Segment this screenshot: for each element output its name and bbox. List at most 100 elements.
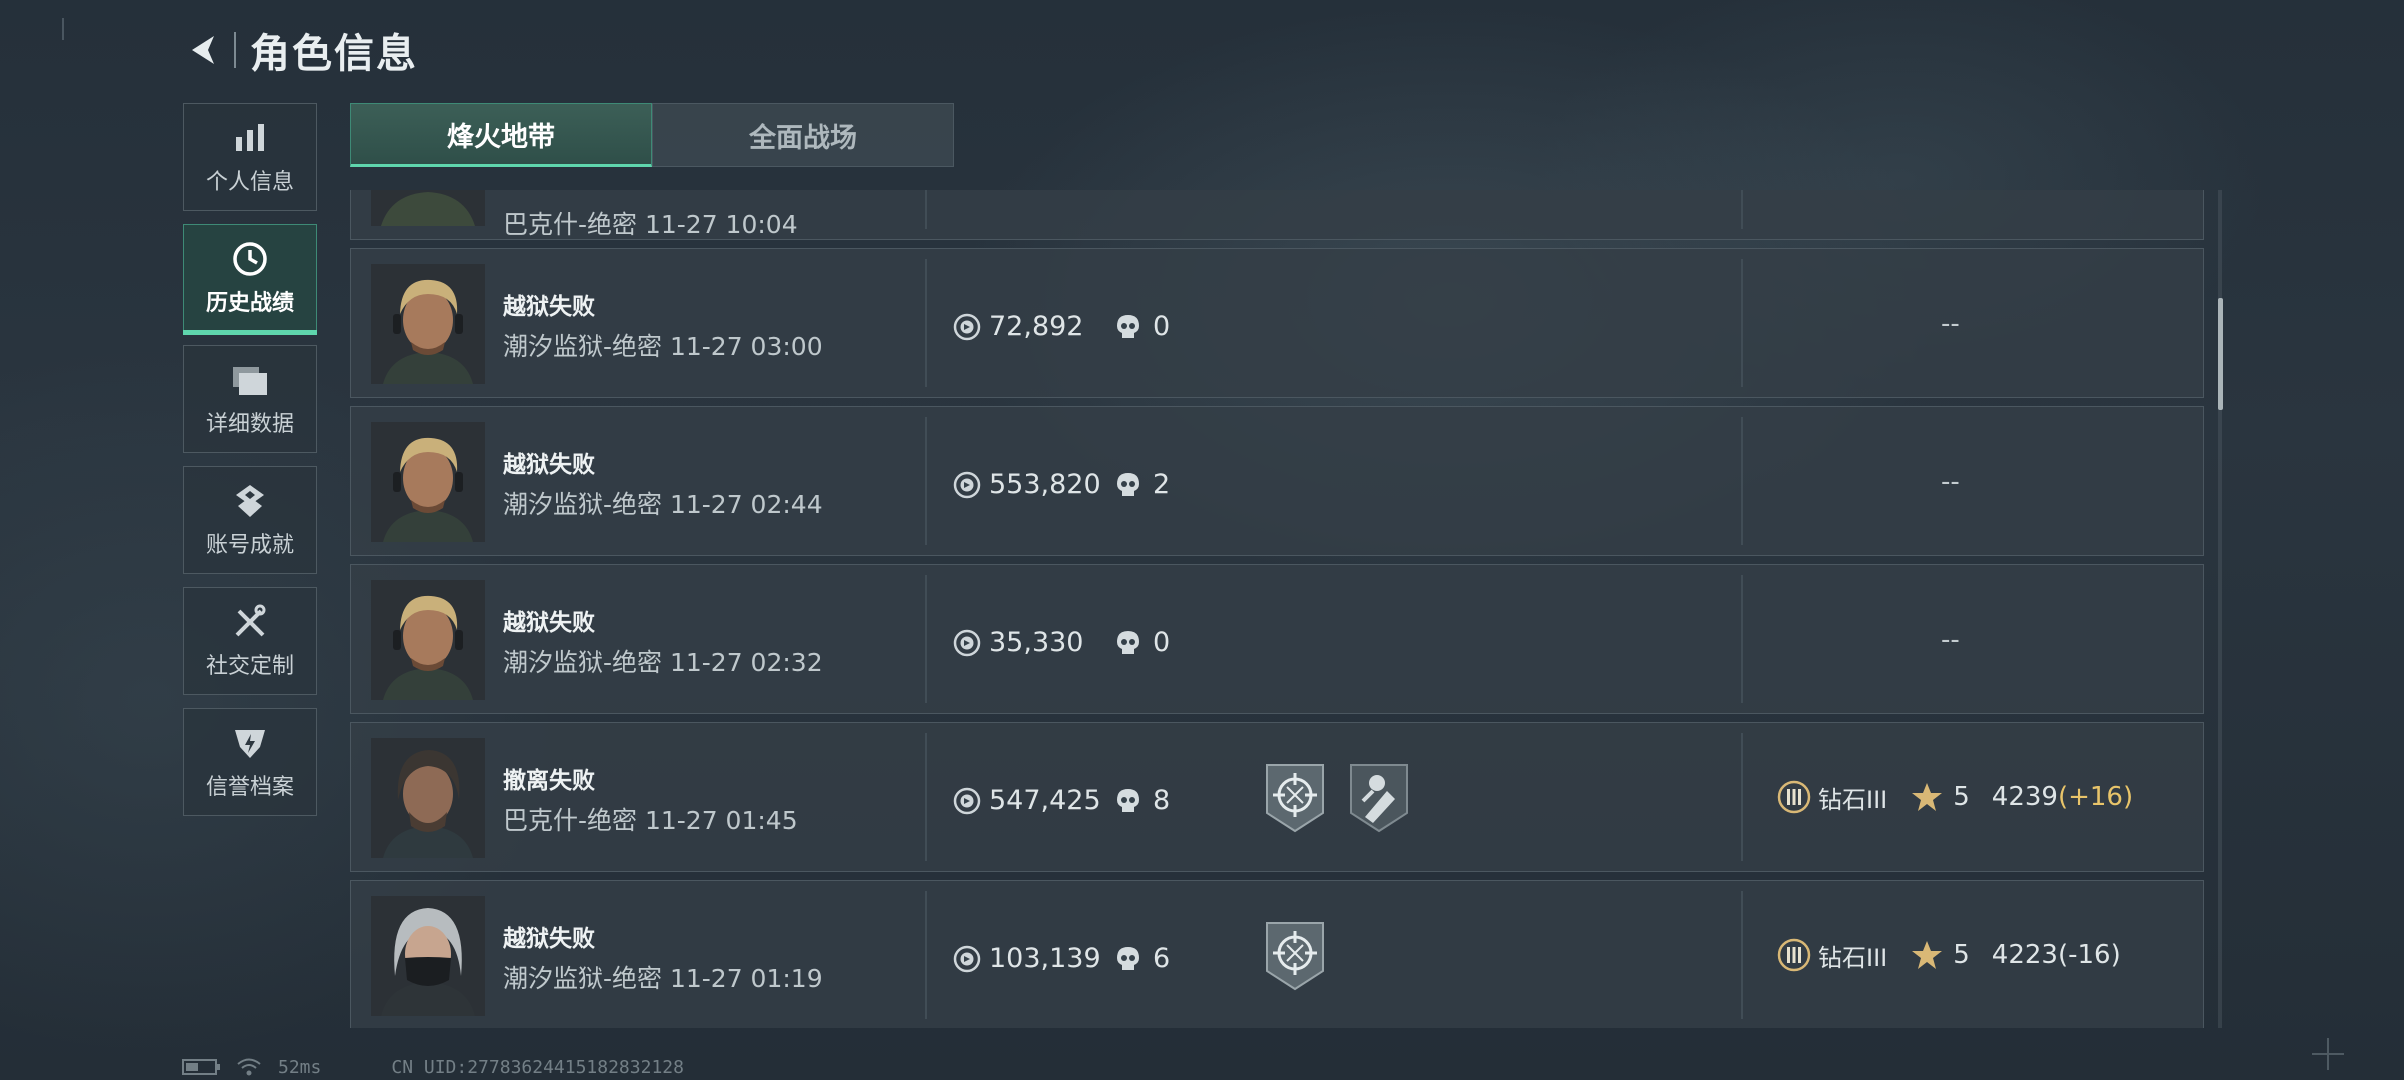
skull-icon	[1117, 788, 1139, 812]
folder-icon	[230, 360, 270, 400]
column-divider	[1741, 190, 1743, 229]
column-divider	[925, 417, 927, 545]
rank-score: 4223	[1991, 940, 2058, 970]
sidebar-item-detailed-data[interactable]: 详细数据	[183, 345, 317, 453]
loot-value-text: 103,139	[989, 943, 1101, 974]
loot-value: 547,425	[953, 785, 1101, 816]
medal-badges	[1263, 761, 1411, 835]
column-divider	[925, 891, 927, 1019]
avatar	[371, 738, 485, 858]
avatar	[371, 190, 485, 226]
kill-count-text: 2	[1153, 469, 1171, 500]
back-button[interactable]	[180, 26, 228, 74]
rank-tier: 钻石III	[1818, 785, 1888, 814]
column-divider	[1741, 733, 1743, 861]
kill-count-text: 8	[1153, 785, 1171, 816]
match-detail: 巴克什-绝密 11-27 01:45	[503, 806, 798, 835]
rank-stars: 5	[1953, 940, 1970, 970]
mode-tabs: 烽火地带 全面战场	[350, 103, 954, 167]
wrench-badge-icon[interactable]	[1347, 761, 1411, 835]
sidebar-item-history[interactable]: 历史战绩	[183, 224, 317, 335]
battery-icon	[182, 1059, 220, 1075]
avatar	[371, 580, 485, 700]
rank-placeholder: --	[1941, 625, 1960, 655]
skull-icon	[1117, 630, 1139, 654]
coin-icon	[953, 471, 981, 498]
plus-mark-icon	[2312, 1038, 2344, 1070]
star-icon	[1912, 783, 1943, 811]
tab-full-battlefield[interactable]: 全面战场	[652, 103, 954, 167]
rank-score: 4239	[1991, 782, 2058, 812]
loot-value: 103,139	[953, 943, 1101, 974]
coin-icon	[953, 629, 981, 656]
list-item[interactable]: 撤离失败 巴克什-绝密 11-27 01:45 547,425 8 钻石III …	[350, 722, 2204, 872]
sidebar-item-label: 详细数据	[205, 412, 294, 437]
sidebar-item-label: 信誉档案	[205, 775, 294, 800]
back-arrow-icon	[192, 36, 214, 64]
status-bar: 52ms CN UID:27783624415182832128	[182, 1055, 684, 1079]
loot-value-text: 547,425	[989, 785, 1101, 816]
kill-count-text: 6	[1153, 943, 1171, 974]
top-edge-mark	[62, 18, 64, 40]
match-detail: 潮汐监狱-绝密 11-27 02:44	[503, 490, 823, 519]
skull-icon	[1117, 946, 1139, 970]
column-divider	[1741, 417, 1743, 545]
column-divider	[925, 259, 927, 387]
kill-count: 6	[1115, 943, 1170, 974]
skull-icon	[1117, 314, 1139, 338]
list-item[interactable]: 巴克什-绝密 11-27 10:04	[350, 190, 2204, 240]
title-separator	[234, 32, 236, 68]
match-detail: 巴克什-绝密 11-27 10:04	[503, 210, 798, 239]
kill-count: 0	[1115, 311, 1170, 342]
diamond-rank-icon	[1777, 938, 1811, 972]
list-item[interactable]: 越狱失败 潮汐监狱-绝密 11-27 01:19 103,139 6 钻石III…	[350, 880, 2204, 1028]
sidebar-item-label: 社交定制	[205, 654, 294, 679]
kill-count: 0	[1115, 627, 1170, 658]
loot-value-text: 72,892	[989, 311, 1084, 342]
avatar	[371, 264, 485, 384]
rank-placeholder: --	[1941, 309, 1960, 339]
title-bar: 角色信息	[180, 20, 418, 80]
match-result: 越狱失败	[503, 610, 595, 636]
rank-delta: (-16)	[2057, 940, 2121, 970]
bar-chart-icon	[230, 118, 270, 158]
clock-icon	[230, 239, 270, 279]
list-item[interactable]: 越狱失败 潮汐监狱-绝密 11-27 03:00 72,892 0 --	[350, 248, 2204, 398]
sidebar-item-personal-info[interactable]: 个人信息	[183, 103, 317, 211]
kill-count-text: 0	[1153, 627, 1171, 658]
scrollbar-thumb[interactable]	[2218, 298, 2223, 410]
match-detail: 潮汐监狱-绝密 11-27 01:19	[503, 964, 823, 993]
list-item[interactable]: 越狱失败 潮汐监狱-绝密 11-27 02:44 553,820 2 --	[350, 406, 2204, 556]
match-history-list[interactable]: 巴克什-绝密 11-27 10:04 越狱失败 潮汐监狱-绝密 11-27 03…	[350, 190, 2208, 1028]
match-detail: 潮汐监狱-绝密 11-27 03:00	[503, 332, 823, 361]
column-divider	[925, 575, 927, 703]
sidebar-item-credit[interactable]: 信誉档案	[183, 708, 317, 816]
sidebar-item-achievements[interactable]: 账号成就	[183, 466, 317, 574]
column-divider	[1741, 575, 1743, 703]
list-item[interactable]: 越狱失败 潮汐监狱-绝密 11-27 02:32 35,330 0 --	[350, 564, 2204, 714]
crosshair-badge-icon[interactable]	[1263, 919, 1327, 993]
rank-info: 钻石III 5 4239 (+16)	[1776, 779, 2133, 815]
tab-warfare-zone[interactable]: 烽火地带	[350, 103, 652, 167]
sidebar-item-social[interactable]: 社交定制	[183, 587, 317, 695]
rank-placeholder: --	[1941, 467, 1960, 497]
loot-value: 72,892	[953, 311, 1083, 342]
loot-value: 35,330	[953, 627, 1083, 658]
medal-icon	[230, 481, 270, 521]
tools-icon	[230, 602, 270, 642]
match-detail: 潮汐监狱-绝密 11-27 02:32	[503, 648, 823, 677]
sidebar-item-label: 历史战绩	[205, 291, 294, 316]
diamond-rank-icon	[1777, 780, 1811, 814]
loot-value-text: 553,820	[989, 469, 1101, 500]
match-result: 越狱失败	[503, 926, 595, 952]
shield-icon	[230, 723, 270, 763]
coin-icon	[953, 945, 981, 972]
kill-count: 8	[1115, 785, 1170, 816]
match-result: 撤离失败	[503, 768, 595, 794]
medal-badges	[1263, 919, 1327, 993]
sidebar: 个人信息 历史战绩 详细数据 账号成就 社交定制 信誉档案	[183, 103, 319, 829]
crosshair-badge-icon[interactable]	[1263, 761, 1327, 835]
rank-delta: (+16)	[2057, 782, 2134, 812]
rank-tier: 钻石III	[1818, 943, 1888, 972]
kill-count: 2	[1115, 469, 1170, 500]
